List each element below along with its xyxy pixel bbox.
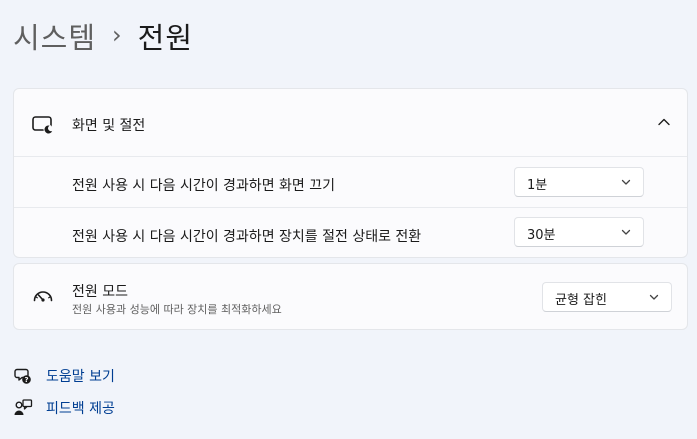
power-mode-title: 전원 모드 — [72, 284, 128, 300]
power-mode-dropdown[interactable]: 균형 잡힌 — [542, 282, 672, 312]
sleep-row: 전원 사용 시 다음 시간이 경과하면 장치를 절전 상태로 전환 30분 — [14, 208, 687, 258]
sleep-value: 30분 — [527, 228, 556, 243]
screen-sleep-title: 화면 및 절전 — [72, 118, 146, 134]
screen-sleep-icon — [32, 116, 53, 134]
breadcrumb: 시스템 › 전원 — [13, 14, 193, 58]
screen-sleep-card: 화면 및 절전 전원 사용 시 다음 시간이 경과하면 화면 끄기 1분 전원 … — [13, 88, 688, 258]
give-feedback-link[interactable]: 피드백 제공 — [13, 397, 115, 419]
screen-off-value: 1분 — [527, 178, 548, 193]
sleep-dropdown[interactable]: 30분 — [514, 217, 644, 247]
speedometer-icon — [33, 291, 53, 302]
screen-off-label: 전원 사용 시 다음 시간이 경과하면 화면 끄기 — [72, 178, 335, 194]
svg-text:?: ? — [24, 376, 28, 384]
power-mode-description: 전원 사용과 성능에 따라 장치를 최적화하세요 — [72, 303, 282, 316]
breadcrumb-system[interactable]: 시스템 — [13, 15, 96, 57]
get-help-text: 도움말 보기 — [46, 369, 115, 385]
chevron-down-icon — [621, 229, 631, 235]
feedback-icon — [14, 399, 33, 415]
chevron-down-icon — [649, 294, 659, 300]
give-feedback-text: 피드백 제공 — [46, 401, 115, 417]
chevron-down-icon — [621, 179, 631, 185]
help-icon: ? — [14, 368, 31, 384]
chevron-up-icon[interactable] — [657, 117, 671, 127]
screen-sleep-header[interactable]: 화면 및 절전 — [14, 89, 687, 157]
sleep-label: 전원 사용 시 다음 시간이 경과하면 장치를 절전 상태로 전환 — [72, 229, 422, 245]
page-title: 전원 — [137, 21, 194, 55]
screen-off-dropdown[interactable]: 1분 — [514, 167, 644, 197]
breadcrumb-separator: › — [112, 21, 122, 49]
power-mode-value: 균형 잡힌 — [555, 293, 607, 308]
screen-off-row: 전원 사용 시 다음 시간이 경과하면 화면 끄기 1분 — [14, 157, 687, 208]
get-help-link[interactable]: ? 도움말 보기 — [13, 365, 115, 387]
power-mode-card: 전원 모드 전원 사용과 성능에 따라 장치를 최적화하세요 균형 잡힌 — [13, 263, 688, 330]
